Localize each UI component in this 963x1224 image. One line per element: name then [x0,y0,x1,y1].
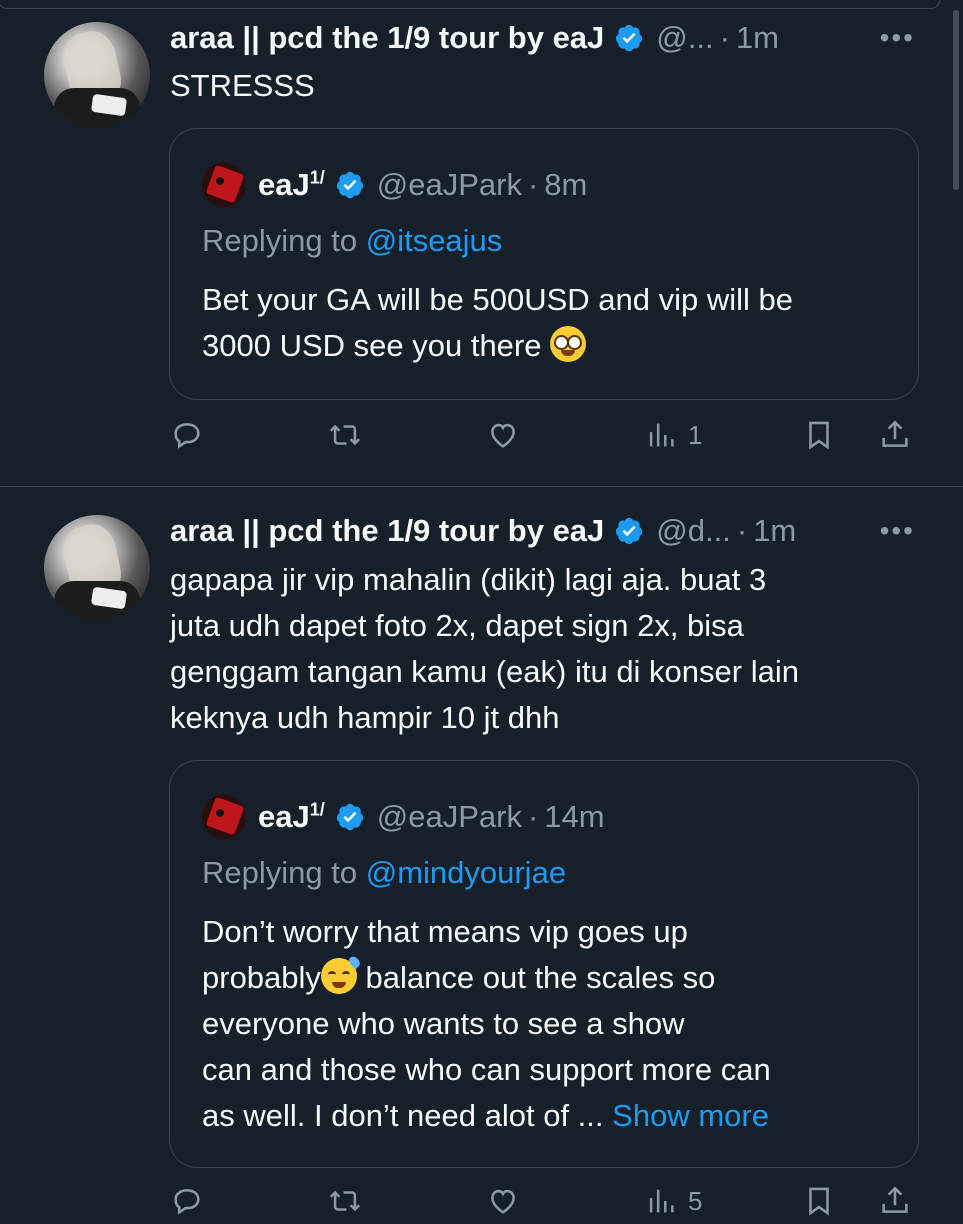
like-icon [491,1189,515,1214]
quote-timestamp: 14m [544,799,605,834]
separator-dot: · [736,513,748,548]
share-button[interactable] [878,418,912,452]
quote-text: Don’t worry that means vip goes up proba… [202,914,771,1133]
quote-author-handle: @eaJPark [376,799,522,834]
tweet-header: araa || pcd the 1/9 tour by eaJ @... · 1… [170,20,779,56]
scrollbar[interactable] [953,10,959,190]
tweet-divider [0,486,963,487]
views-button[interactable]: 5 [644,1184,702,1218]
separator-dot: · [719,20,730,55]
bookmark-icon [809,421,829,450]
verified-badge-icon [616,517,643,545]
more-icon[interactable]: ••• [880,22,915,54]
bookmark-button[interactable] [802,418,836,452]
retweet-icon [329,424,361,446]
bookmark-button[interactable] [802,1184,836,1218]
quote-text: Bet your GA will be 500USD and vip will … [202,282,794,363]
avatar[interactable] [44,22,150,128]
quoted-tweet[interactable]: eaJ1/ @eaJPark · 14m Replying to @mindyo… [169,760,919,1168]
avatar[interactable] [44,515,150,621]
timestamp[interactable]: 1m [753,513,796,549]
share-button[interactable] [878,1184,912,1218]
author-handle[interactable]: @... [656,20,713,56]
tweet-text: gapapa jir vip mahalin (dikit) lagi aja.… [170,562,799,735]
like-button[interactable] [486,1184,520,1218]
reply-icon [174,423,200,449]
author-handle[interactable]: @d... [656,513,731,549]
author-name[interactable]: araa || pcd the 1/9 tour by eaJ [170,513,604,549]
reply-icon [174,1189,200,1215]
mention-link[interactable]: @mindyourjae [366,855,566,890]
quote-author-name: eaJ1/ [258,799,325,834]
separator-dot: · [527,167,539,202]
reply-button[interactable] [170,418,204,452]
quote-timestamp: 8m [544,167,588,202]
mention-link[interactable]: @itseajus [366,223,503,258]
nerd-face-emoji [550,326,587,362]
timestamp[interactable]: 1m [736,20,779,56]
author-name[interactable]: araa || pcd the 1/9 tour by eaJ [170,20,604,56]
previous-tweet-card-edge [0,0,940,9]
views-icon [649,423,674,447]
views-count: 1 [688,419,703,450]
like-button[interactable] [486,418,520,452]
quote-header: eaJ1/ @eaJPark · 14m [202,795,605,839]
sweat-smile-emoji [320,954,362,994]
replying-to: Replying to @itseajus [202,223,503,258]
quote-author-name: eaJ1/ [258,167,325,202]
verified-badge-icon [616,24,643,52]
like-icon [491,423,515,448]
views-button[interactable]: 1 [644,418,702,452]
tweet-actions: 5 [170,1184,915,1224]
tweet-actions: 1 [170,418,915,458]
replying-to: Replying to @mindyourjae [202,855,567,890]
quote-avatar [202,795,246,839]
verified-badge-icon [336,803,363,831]
tweet-header: araa || pcd the 1/9 tour by eaJ @d... · … [170,513,796,549]
retweet-button[interactable] [328,418,362,452]
retweet-button[interactable] [328,1184,362,1218]
quote-author-handle: @eaJPark [376,167,522,202]
show-more-link[interactable]: Show more [612,1098,769,1133]
quote-header: eaJ1/ @eaJPark · 8m [202,163,587,207]
bookmark-icon [809,1187,829,1216]
retweet-icon [329,1190,361,1212]
more-icon[interactable]: ••• [880,515,915,547]
quoted-tweet[interactable]: eaJ1/ @eaJPark · 8m Replying to @itseaju… [169,128,919,400]
views-count: 5 [688,1185,703,1216]
separator-dot: · [527,799,539,834]
share-icon [882,420,908,447]
share-icon [882,1186,908,1213]
views-icon [649,1189,674,1213]
reply-button[interactable] [170,1184,204,1218]
quote-avatar [202,163,246,207]
tweet-text: STRESSS [170,68,315,103]
verified-badge-icon [336,171,363,199]
